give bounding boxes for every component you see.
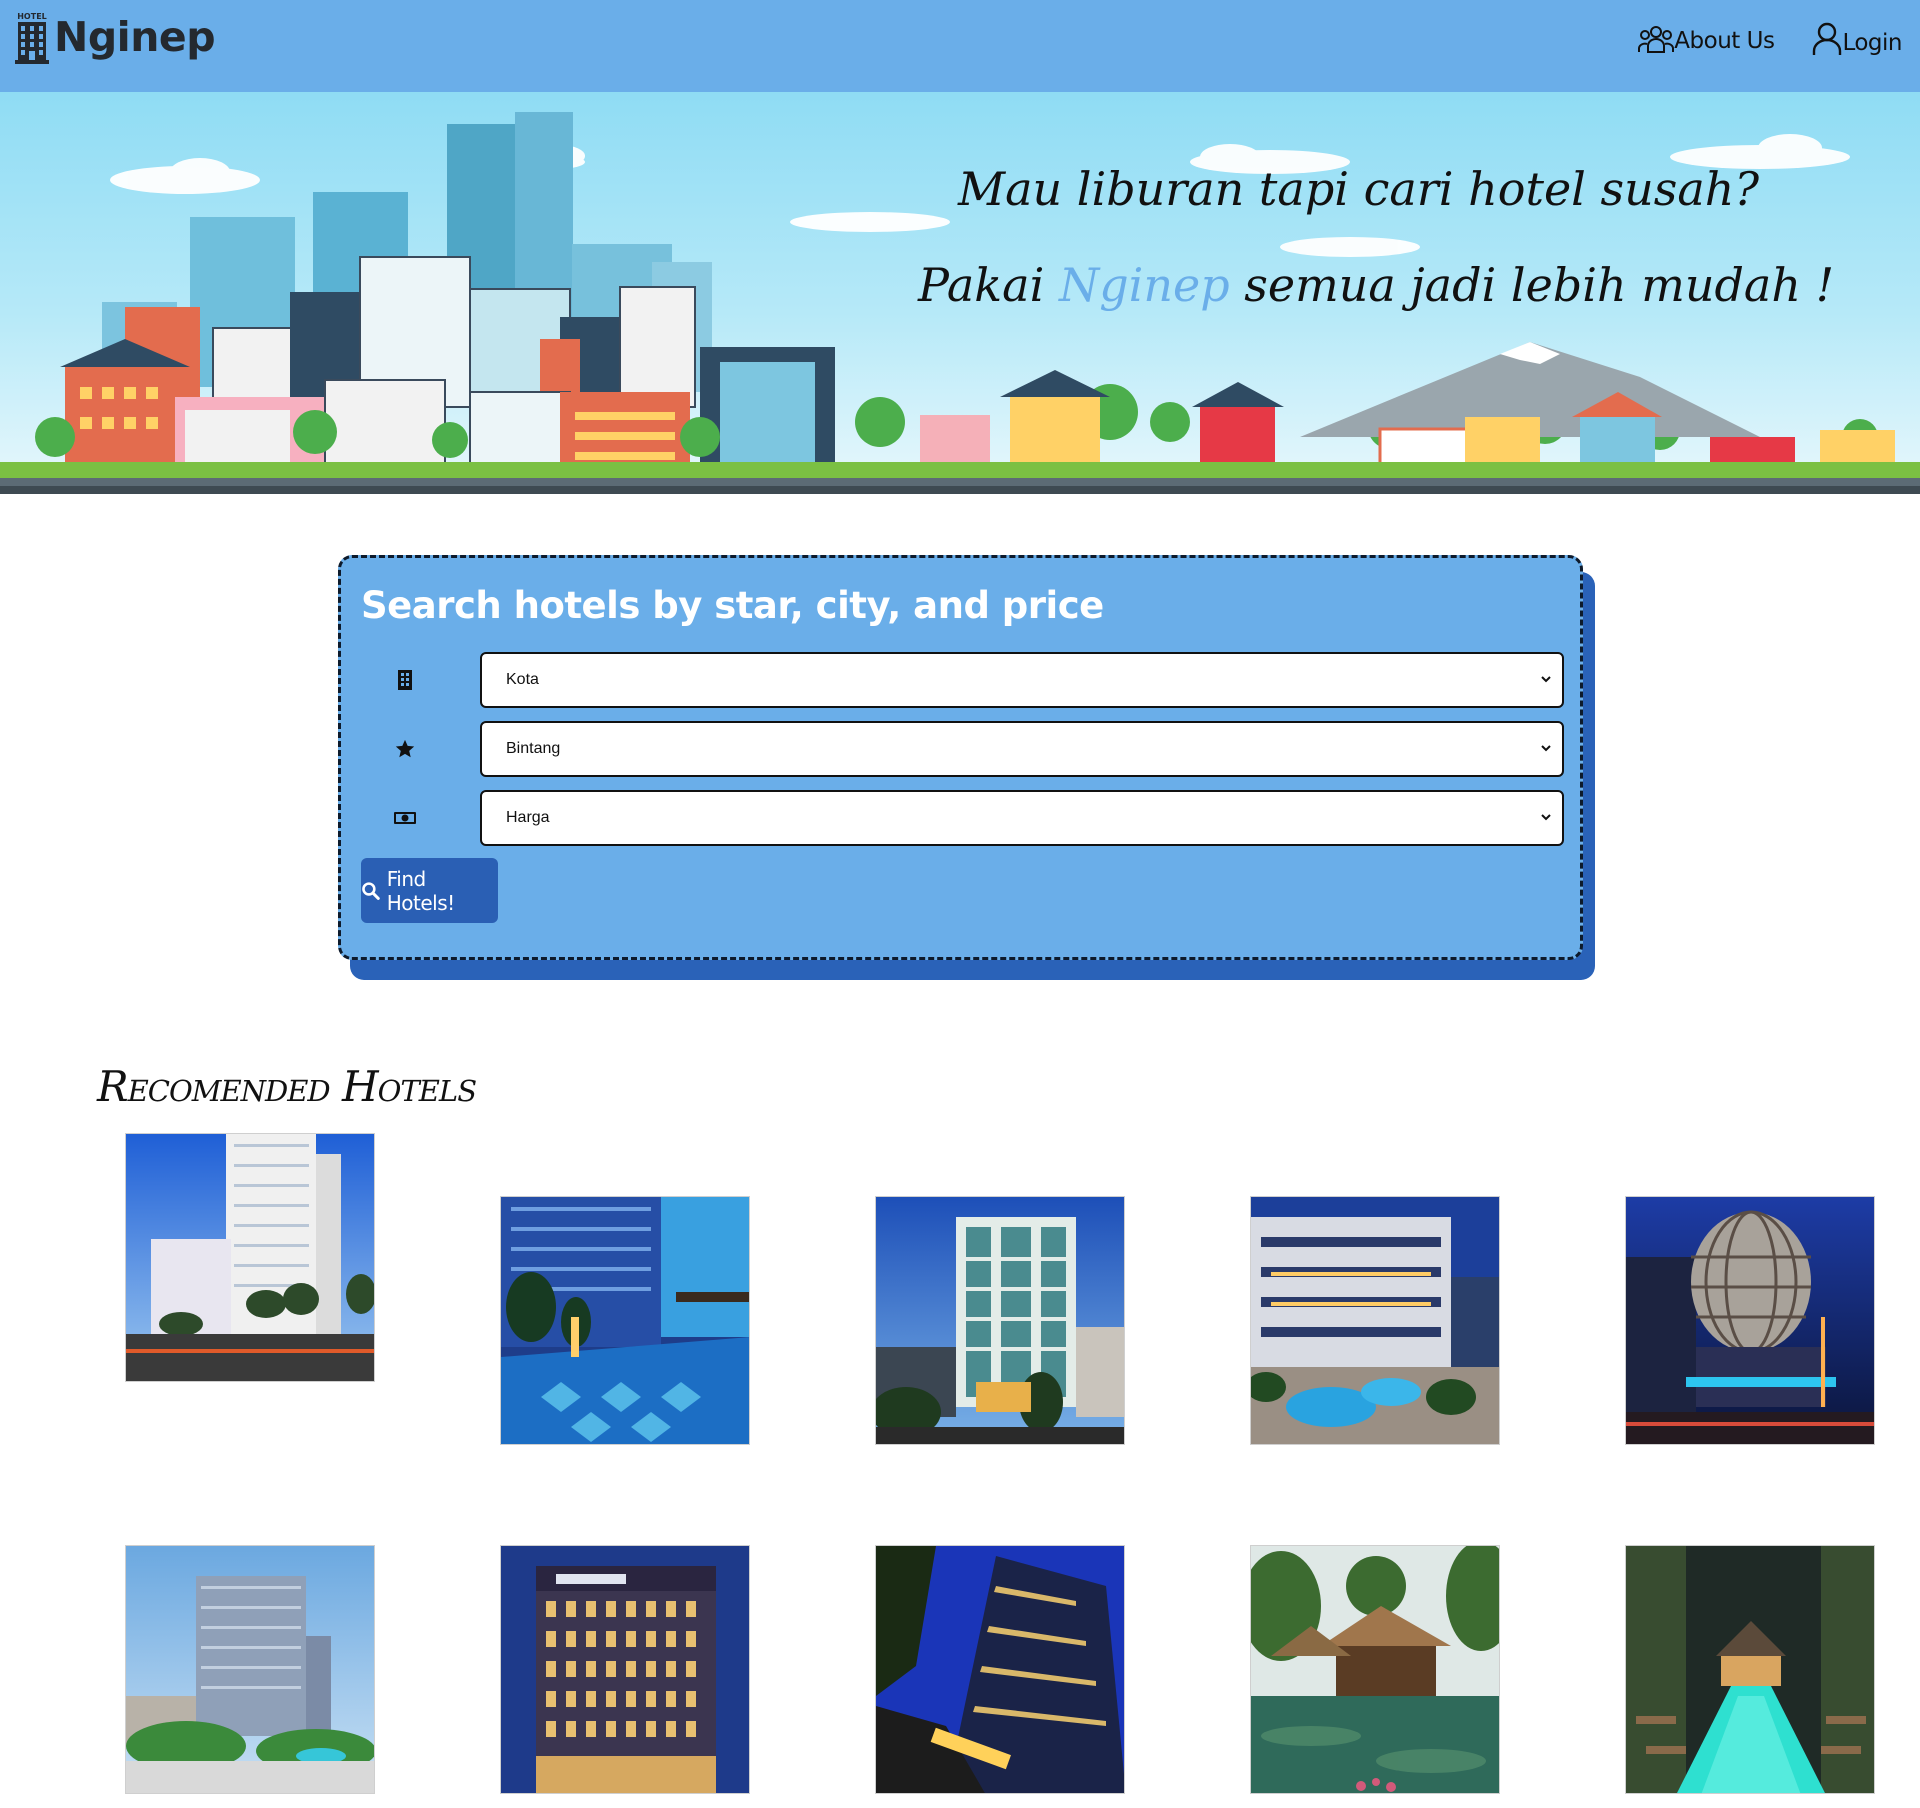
logo-hotel-text: HOTEL xyxy=(17,12,47,21)
price-select-value: Harga xyxy=(506,809,550,826)
hotel-card[interactable] xyxy=(1250,1545,1500,1794)
search-title: Search hotels by star, city, and price xyxy=(361,584,1104,627)
hero-tagline-prefix: Pakai xyxy=(918,258,1045,312)
login-label: Login xyxy=(1842,30,1902,56)
hero-tagline-line2: Pakai Nginep semua jadi lebih mudah ! xyxy=(918,258,1834,312)
hotel-photo xyxy=(1626,1546,1874,1793)
hotel-photo xyxy=(126,1134,374,1381)
navbar: HOTEL Nginep About Us Login xyxy=(0,0,1920,92)
hero-tagline-line1: Mau liburan tapi cari hotel susah? xyxy=(958,162,1760,216)
hotel-photo xyxy=(876,1546,1124,1793)
find-hotels-label: Find Hotels! xyxy=(386,866,455,915)
chevron-down-icon xyxy=(1541,676,1551,683)
recommended-title: Recomended Hotels xyxy=(97,1062,477,1111)
hotel-card[interactable] xyxy=(125,1545,375,1794)
login-link[interactable]: Login xyxy=(1812,22,1902,56)
hero-tagline-brand: Nginep xyxy=(1058,258,1230,312)
user-icon xyxy=(1813,22,1842,55)
hotel-card[interactable] xyxy=(500,1545,750,1794)
find-hotels-button[interactable]: Find Hotels! xyxy=(361,858,498,923)
hero-tagline-suffix: semua jadi lebih mudah ! xyxy=(1244,258,1835,312)
hotel-card[interactable] xyxy=(875,1545,1125,1794)
hotel-photo xyxy=(501,1197,749,1444)
hotel-photo xyxy=(1251,1197,1499,1444)
about-us-label: About Us xyxy=(1674,28,1775,54)
brand-name: Nginep xyxy=(54,13,216,61)
price-select[interactable]: Harga xyxy=(480,790,1564,846)
price-row: Harga xyxy=(341,790,1580,846)
hotel-photo xyxy=(1251,1546,1499,1793)
chevron-down-icon xyxy=(1541,745,1551,752)
search-icon xyxy=(362,881,380,900)
users-icon xyxy=(1638,26,1675,53)
star-row: Bintang xyxy=(341,721,1580,777)
building-icon xyxy=(391,666,419,694)
star-select-value: Bintang xyxy=(506,740,561,757)
hotel-card[interactable] xyxy=(125,1133,375,1382)
chevron-down-icon xyxy=(1541,814,1551,821)
hotel-photo xyxy=(1626,1197,1874,1444)
about-us-link[interactable]: About Us xyxy=(1638,24,1775,54)
hotel-card[interactable] xyxy=(1625,1545,1875,1794)
star-select[interactable]: Bintang xyxy=(480,721,1564,777)
hotel-card[interactable] xyxy=(1250,1196,1500,1445)
hotel-building-icon: HOTEL xyxy=(15,12,49,64)
hotel-card[interactable] xyxy=(875,1196,1125,1445)
brand-logo[interactable]: HOTEL Nginep xyxy=(12,10,216,64)
search-card: Search hotels by star, city, and price K… xyxy=(338,555,1583,960)
city-row: Kota xyxy=(341,652,1580,708)
hotel-photo xyxy=(126,1546,374,1793)
money-icon xyxy=(391,804,419,832)
city-select[interactable]: Kota xyxy=(480,652,1564,708)
hotel-photo xyxy=(876,1197,1124,1444)
hotel-card[interactable] xyxy=(1625,1196,1875,1445)
hotel-card[interactable] xyxy=(500,1196,750,1445)
city-select-value: Kota xyxy=(506,671,539,688)
hotel-photo xyxy=(501,1546,749,1793)
hero-banner: Mau liburan tapi cari hotel susah? Pakai… xyxy=(0,92,1920,494)
star-icon xyxy=(391,735,419,763)
nav-links: About Us Login xyxy=(1638,22,1902,56)
